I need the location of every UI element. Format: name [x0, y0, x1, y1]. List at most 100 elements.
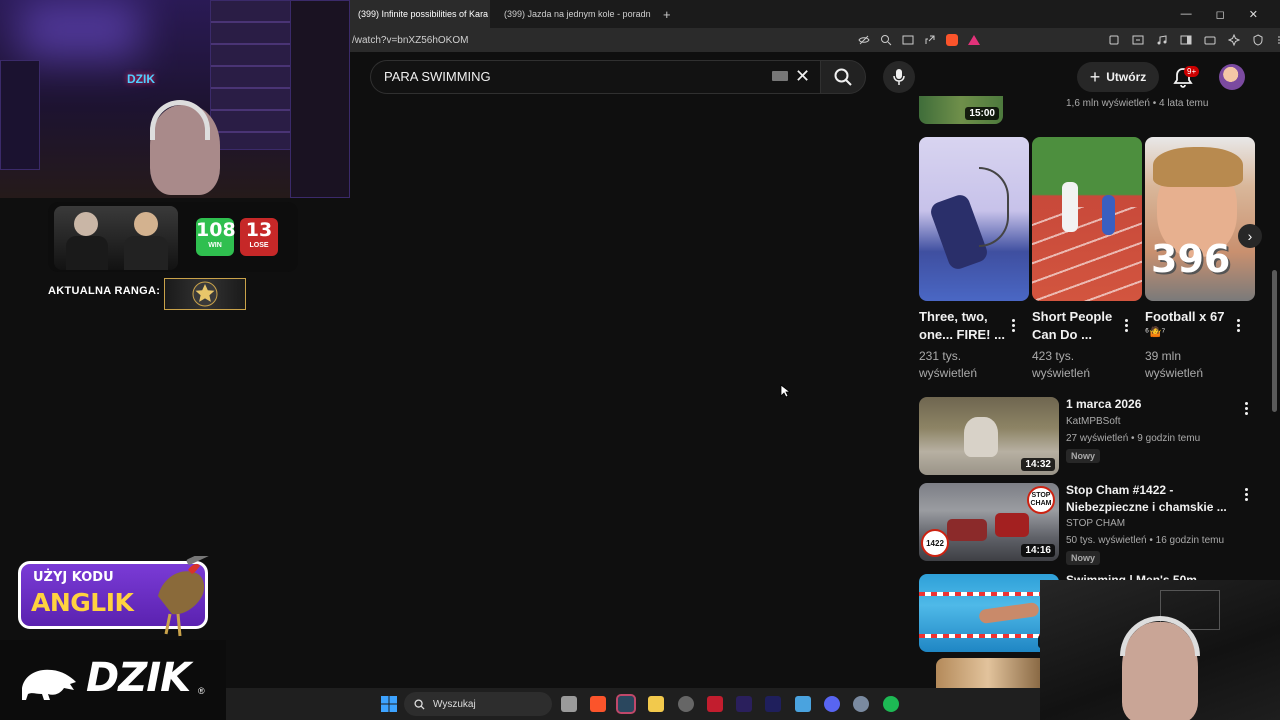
- short-views: 231 tys.: [919, 349, 962, 363]
- hosts-photo: [54, 206, 178, 270]
- discord-icon[interactable]: [824, 696, 840, 712]
- short-thumb-number: 396: [1151, 237, 1231, 281]
- voice-search-button[interactable]: [883, 61, 915, 93]
- tab-inactive[interactable]: (399) Jazda na jednym kole - poradn: [490, 0, 655, 28]
- windows-start-icon[interactable]: [381, 696, 397, 712]
- minimize-button[interactable]: —: [1181, 8, 1192, 21]
- tab-title: (399) Jazda na jednym kole - poradn: [504, 9, 651, 19]
- scrollbar-thumb[interactable]: [1272, 270, 1277, 412]
- video-duration: 15:00: [965, 107, 999, 120]
- short-menu-icon[interactable]: [1125, 317, 1129, 334]
- cast-icon[interactable]: [902, 34, 914, 46]
- premiere-pro-icon[interactable]: [736, 696, 752, 712]
- music-icon[interactable]: [1156, 34, 1168, 46]
- video-duration: 14:32: [1021, 458, 1055, 471]
- video-channel[interactable]: KatMPBSoft: [1066, 416, 1120, 427]
- maximize-button[interactable]: ◻: [1216, 8, 1225, 21]
- episode-badge: 1422: [921, 529, 949, 557]
- video-channel[interactable]: STOP CHAM: [1066, 518, 1125, 529]
- short-thumbnail[interactable]: [1032, 137, 1142, 301]
- neon-sign: DZIK: [127, 72, 155, 86]
- app-icon[interactable]: [707, 696, 723, 712]
- swimmer-figure: [978, 601, 1040, 625]
- search-query[interactable]: PARA SWIMMING: [384, 69, 491, 84]
- photos-icon[interactable]: [795, 696, 811, 712]
- tab-active[interactable]: (399) Infinite possibilities of Kara ✕: [350, 0, 490, 28]
- brave-shields-icon[interactable]: [946, 34, 958, 46]
- runner-figure: [1102, 195, 1115, 235]
- settings-gear-icon[interactable]: [853, 696, 869, 712]
- brave-browser-icon[interactable]: [590, 696, 606, 712]
- registered-mark: ®: [198, 686, 205, 696]
- promo-code-caption: UŻYJ KODU: [33, 570, 114, 585]
- task-view-icon[interactable]: [561, 696, 577, 712]
- short-thumbnail[interactable]: 396: [1145, 137, 1255, 301]
- rooster-mascot-icon: [158, 556, 216, 637]
- short-title-emoji: ⁶🤷⁷: [1145, 327, 1166, 338]
- star-rank-icon: [192, 281, 218, 307]
- taskbar-search[interactable]: Wyszukaj: [404, 692, 552, 716]
- wallet-icon[interactable]: [1204, 34, 1216, 46]
- video-menu-icon[interactable]: [1245, 486, 1249, 503]
- zoom-icon[interactable]: [880, 34, 892, 46]
- keyboard-icon[interactable]: [772, 71, 788, 81]
- short-title[interactable]: Football x 67: [1145, 308, 1224, 326]
- video-thumbnail[interactable]: 14:32: [919, 397, 1059, 475]
- short-views: wyświetleń: [919, 366, 978, 380]
- short-thumbnail[interactable]: [919, 137, 1029, 301]
- stop-cham-logo: STOP CHAM: [1027, 486, 1055, 514]
- runner-figure: [1062, 182, 1078, 232]
- host-figure: [66, 236, 108, 270]
- address-bar-icons: [858, 34, 980, 46]
- new-tab-button[interactable]: +: [655, 7, 679, 22]
- car-shape: [947, 519, 987, 541]
- boar-logo-icon: [22, 669, 76, 700]
- video-thumbnail[interactable]: STOP CHAM 1422 14:16: [919, 483, 1059, 561]
- video-title[interactable]: 1 marca 2026: [1066, 396, 1141, 413]
- create-label: Utwórz: [1106, 70, 1147, 84]
- lose-label: LOSE: [249, 242, 269, 249]
- menu-icon[interactable]: [1276, 34, 1280, 46]
- file-explorer-icon[interactable]: [648, 696, 664, 712]
- new-badge: Nowy: [1066, 551, 1101, 565]
- app-icon[interactable]: [678, 696, 694, 712]
- person-figure: [964, 417, 998, 457]
- win-counter: 108 WIN: [196, 218, 236, 256]
- steam-icon[interactable]: [616, 694, 636, 714]
- host-figure: [124, 236, 168, 270]
- video-thumbnail[interactable]: 15:00: [919, 96, 1003, 124]
- shorts-next-button[interactable]: ›: [1238, 224, 1262, 248]
- second-webcam-overlay: [1040, 580, 1280, 720]
- tracking-blocked-icon[interactable]: [858, 34, 870, 46]
- after-effects-icon[interactable]: [765, 696, 781, 712]
- short-title[interactable]: Three, two,: [919, 308, 988, 326]
- video-menu-icon[interactable]: [1245, 400, 1249, 417]
- lose-count: 13: [245, 219, 273, 241]
- extensions-icon[interactable]: [1108, 34, 1120, 46]
- short-menu-icon[interactable]: [1012, 317, 1016, 334]
- track-lines: [1032, 207, 1142, 301]
- video-thumbnail[interactable]: 6:: [919, 574, 1059, 652]
- search-button[interactable]: [820, 60, 866, 94]
- leo-ai-icon[interactable]: [1228, 34, 1240, 46]
- short-title[interactable]: Can Do ...: [1032, 326, 1092, 344]
- share-icon[interactable]: [924, 34, 936, 46]
- spotify-icon[interactable]: [883, 696, 899, 712]
- clear-search-icon[interactable]: ✕: [795, 66, 810, 87]
- short-menu-icon[interactable]: [1237, 317, 1241, 334]
- video-title[interactable]: Stop Cham #1422 -: [1066, 482, 1173, 499]
- vpn-shield-icon[interactable]: [1252, 34, 1264, 46]
- create-button[interactable]: + Utwórz: [1077, 62, 1159, 92]
- stop-cham-logo-text: STOP CHAM: [1030, 492, 1052, 507]
- close-window-button[interactable]: ✕: [1249, 8, 1258, 21]
- video-title[interactable]: Niebezpieczne i chamskie ...: [1066, 499, 1227, 516]
- host-figure: [134, 212, 158, 236]
- account-avatar[interactable]: [1219, 64, 1245, 90]
- short-title[interactable]: one... FIRE! ...: [919, 326, 1005, 344]
- brave-rewards-icon[interactable]: [968, 35, 980, 45]
- short-title[interactable]: Short People: [1032, 308, 1112, 326]
- sidebar-icon[interactable]: [1180, 34, 1192, 46]
- screenshot-icon[interactable]: [1132, 34, 1144, 46]
- bow-shape: [979, 167, 1009, 247]
- url-field[interactable]: /watch?v=bnXZ56hOKOM: [350, 35, 468, 46]
